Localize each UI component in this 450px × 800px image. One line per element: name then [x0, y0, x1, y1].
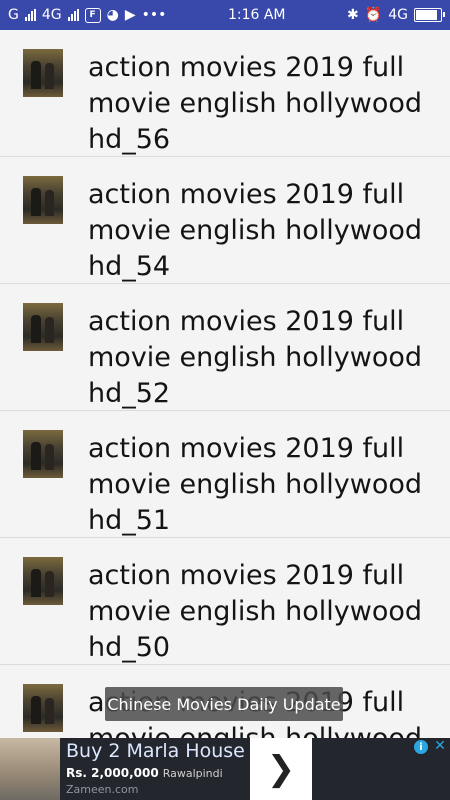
video-thumbnail[interactable]	[23, 303, 63, 351]
list-item[interactable]: action movies 2019 full movie english ho…	[0, 284, 450, 411]
battery-icon	[413, 8, 445, 22]
alarm-icon: ⏰	[364, 7, 383, 23]
ad-price: Rs. 2,000,000 Rawalpindi	[66, 766, 223, 780]
signal-icon-2	[67, 9, 79, 21]
video-thumbnail[interactable]	[23, 430, 63, 478]
video-thumbnail[interactable]	[23, 557, 63, 605]
ad-price-value: Rs. 2,000,000	[66, 766, 159, 780]
signal-icon	[24, 9, 36, 21]
sim1-label: G	[8, 7, 19, 23]
ad-image[interactable]	[0, 738, 60, 800]
chevron-right-icon: ❯	[266, 749, 296, 789]
ad-banner[interactable]: Buy 2 Marla House Rs. 2,000,000 Rawalpind…	[0, 738, 450, 800]
toast-message: Chinese Movies Daily Update	[105, 687, 343, 721]
video-thumbnail[interactable]	[23, 49, 63, 97]
ad-domain: Zameen.com	[66, 783, 139, 796]
sim2-label: 4G	[41, 7, 62, 23]
status-bar: G 4G F ◕ ▶ ••• 1:16 AM ✱ ⏰ 4G	[0, 0, 450, 30]
list-item[interactable]: action movies 2019 full movie english ho…	[0, 157, 450, 284]
ad-headline[interactable]: Buy 2 Marla House	[66, 740, 245, 762]
status-right: ✱ ⏰ 4G	[347, 7, 445, 23]
video-title[interactable]: action movies 2019 full movie english ho…	[88, 558, 438, 666]
ad-open-button[interactable]: ❯	[250, 738, 312, 800]
video-title[interactable]: action movies 2019 full movie english ho…	[88, 431, 438, 539]
facebook-icon: F	[84, 7, 101, 23]
list-item[interactable]: action movies 2019 full movie english ho…	[0, 30, 450, 157]
list-item[interactable]: action movies 2019 full movie english ho…	[0, 411, 450, 538]
video-thumbnail[interactable]	[23, 684, 63, 732]
list-item[interactable]: action movies 2019 full movie english ho…	[0, 538, 450, 665]
video-title[interactable]: action movies 2019 full movie english ho…	[88, 304, 438, 412]
video-thumbnail[interactable]	[23, 176, 63, 224]
bluetooth-icon: ✱	[347, 7, 359, 23]
video-title[interactable]: action movies 2019 full movie english ho…	[88, 177, 438, 285]
network-label: 4G	[388, 7, 408, 23]
clock: 1:16 AM	[227, 7, 286, 23]
video-title[interactable]: action movies 2019 full movie english ho…	[88, 50, 438, 158]
video-list[interactable]: action movies 2019 full movie english ho…	[0, 30, 450, 792]
messenger-icon: ◕	[106, 7, 119, 23]
ad-location: Rawalpindi	[162, 767, 223, 780]
ad-info-icon[interactable]: i	[414, 740, 428, 754]
status-left: G 4G F ◕ ▶ •••	[8, 7, 166, 23]
battery-level	[415, 10, 437, 20]
ad-close-icon[interactable]: ✕	[432, 738, 448, 754]
more-notifications-icon: •••	[141, 7, 167, 23]
youtube-icon: ▶	[124, 7, 136, 23]
